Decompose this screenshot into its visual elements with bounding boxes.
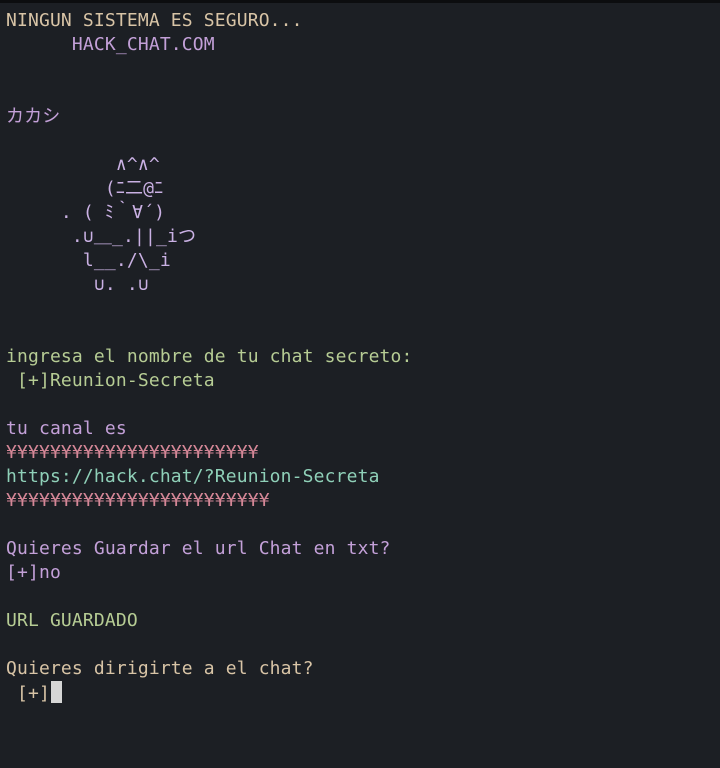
- chat-name-answer: [+]Reunion-Secreta: [6, 370, 215, 391]
- channel-url[interactable]: https://hack.chat/?Reunion-Secreta: [6, 465, 380, 489]
- user-name: カカシ: [6, 106, 61, 127]
- saved-message: URL GUARDADO: [6, 610, 138, 631]
- ascii-art-line: l__./\_i: [6, 250, 171, 271]
- command-input-line[interactable]: [+]: [6, 681, 62, 706]
- go-to-chat-prompt: Quieres dirigirte a el chat?: [6, 658, 314, 679]
- terminal-window[interactable]: NINGUN SISTEMA ES SEGURO... HACK_CHAT.CO…: [0, 0, 720, 768]
- save-answer: [+]no: [6, 562, 61, 583]
- banner-line-1: NINGUN SISTEMA ES SEGURO...: [6, 10, 303, 31]
- save-prompt: Quieres Guardar el url Chat en txt?: [6, 538, 391, 559]
- ascii-art-line: . ( ﾐ｀∀´): [6, 202, 166, 223]
- text-cursor[interactable]: [50, 681, 62, 703]
- ascii-art-line: ∪. .∪: [6, 274, 149, 295]
- ascii-art-line: (ﾆ二@ﾆ: [6, 178, 164, 199]
- channel-label: tu canal es: [6, 418, 127, 439]
- chat-name-prompt: ingresa el nombre de tu chat secreto:: [6, 346, 413, 367]
- banner-line-2: HACK_CHAT.COM: [6, 34, 215, 55]
- separator-bottom: ¥¥¥¥¥¥¥¥¥¥¥¥¥¥¥¥¥¥¥¥¥¥¥¥: [6, 490, 270, 511]
- input-prompt: [+]: [6, 683, 50, 704]
- ascii-art-line: ∧^∧^: [6, 154, 160, 175]
- separator-top: ¥¥¥¥¥¥¥¥¥¥¥¥¥¥¥¥¥¥¥¥¥¥¥: [6, 442, 259, 463]
- ascii-art-line: .∪＿_.||_iつ: [6, 226, 197, 247]
